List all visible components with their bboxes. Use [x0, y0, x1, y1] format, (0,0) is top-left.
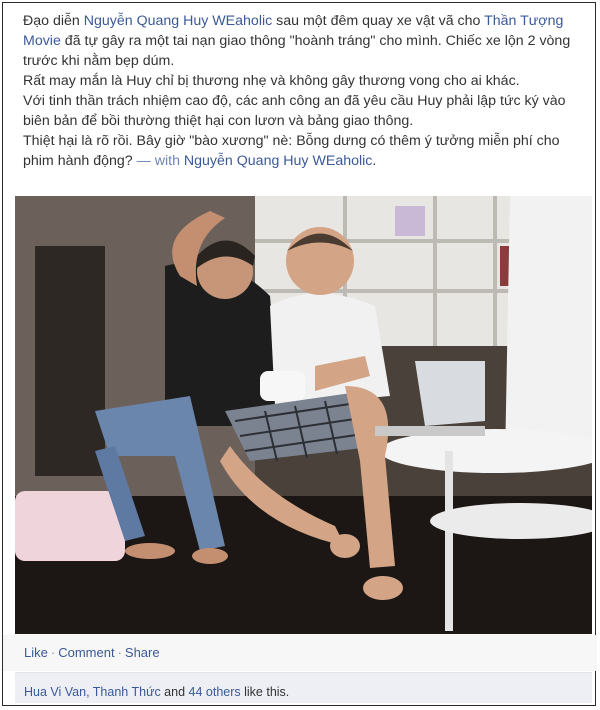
likes-suffix: like this.: [240, 685, 290, 699]
post-card: Đạo diễn Nguyễn Quang Huy WEaholic sau m…: [2, 2, 597, 706]
comment-link[interactable]: Comment: [58, 645, 114, 660]
paragraph-2: Rất may mắn là Huy chỉ bị thương nhẹ và …: [23, 73, 520, 89]
others-link[interactable]: 44 others: [189, 685, 241, 699]
share-link[interactable]: Share: [125, 645, 160, 660]
like-link[interactable]: Like: [24, 645, 48, 660]
paragraph-4: Thiệt hại là rõ rồi. Bây giờ "bào xương"…: [23, 131, 589, 171]
text-segment: đã tự gây ra một tai nạn giao thông "hoà…: [23, 33, 571, 69]
post-actions: Like · Comment · Share: [3, 635, 597, 671]
separator: ·: [50, 645, 56, 660]
action-bar: Like · Comment · Share: [24, 645, 160, 660]
likes-text: Hua Vi Van, Thanh Thức and 44 others lik…: [24, 685, 289, 699]
paragraph-3: Với tinh thần trách nhiệm cao độ, các an…: [23, 93, 566, 129]
tagged-user-link[interactable]: Nguyễn Quang Huy WEaholic: [184, 153, 372, 169]
likes-summary: Hua Vi Van, Thanh Thức and 44 others lik…: [15, 672, 592, 703]
likers-names[interactable]: Hua Vi Van, Thanh Thức: [24, 685, 161, 699]
text-segment: sau một đêm quay xe vật vã cho: [272, 13, 485, 29]
likes-and: and: [160, 685, 189, 699]
text-segment: .: [372, 153, 377, 169]
with-label: — with: [136, 153, 180, 169]
author-link[interactable]: Nguyễn Quang Huy WEaholic: [84, 13, 272, 29]
separator: ·: [117, 645, 122, 660]
post-photo[interactable]: [15, 196, 592, 634]
post-message: Đạo diễn Nguyễn Quang Huy WEaholic sau m…: [23, 11, 589, 171]
photo-illustration: [15, 196, 592, 634]
text-segment: Đạo diễn: [23, 13, 84, 29]
paragraph-1: Đạo diễn Nguyễn Quang Huy WEaholic sau m…: [23, 11, 589, 71]
